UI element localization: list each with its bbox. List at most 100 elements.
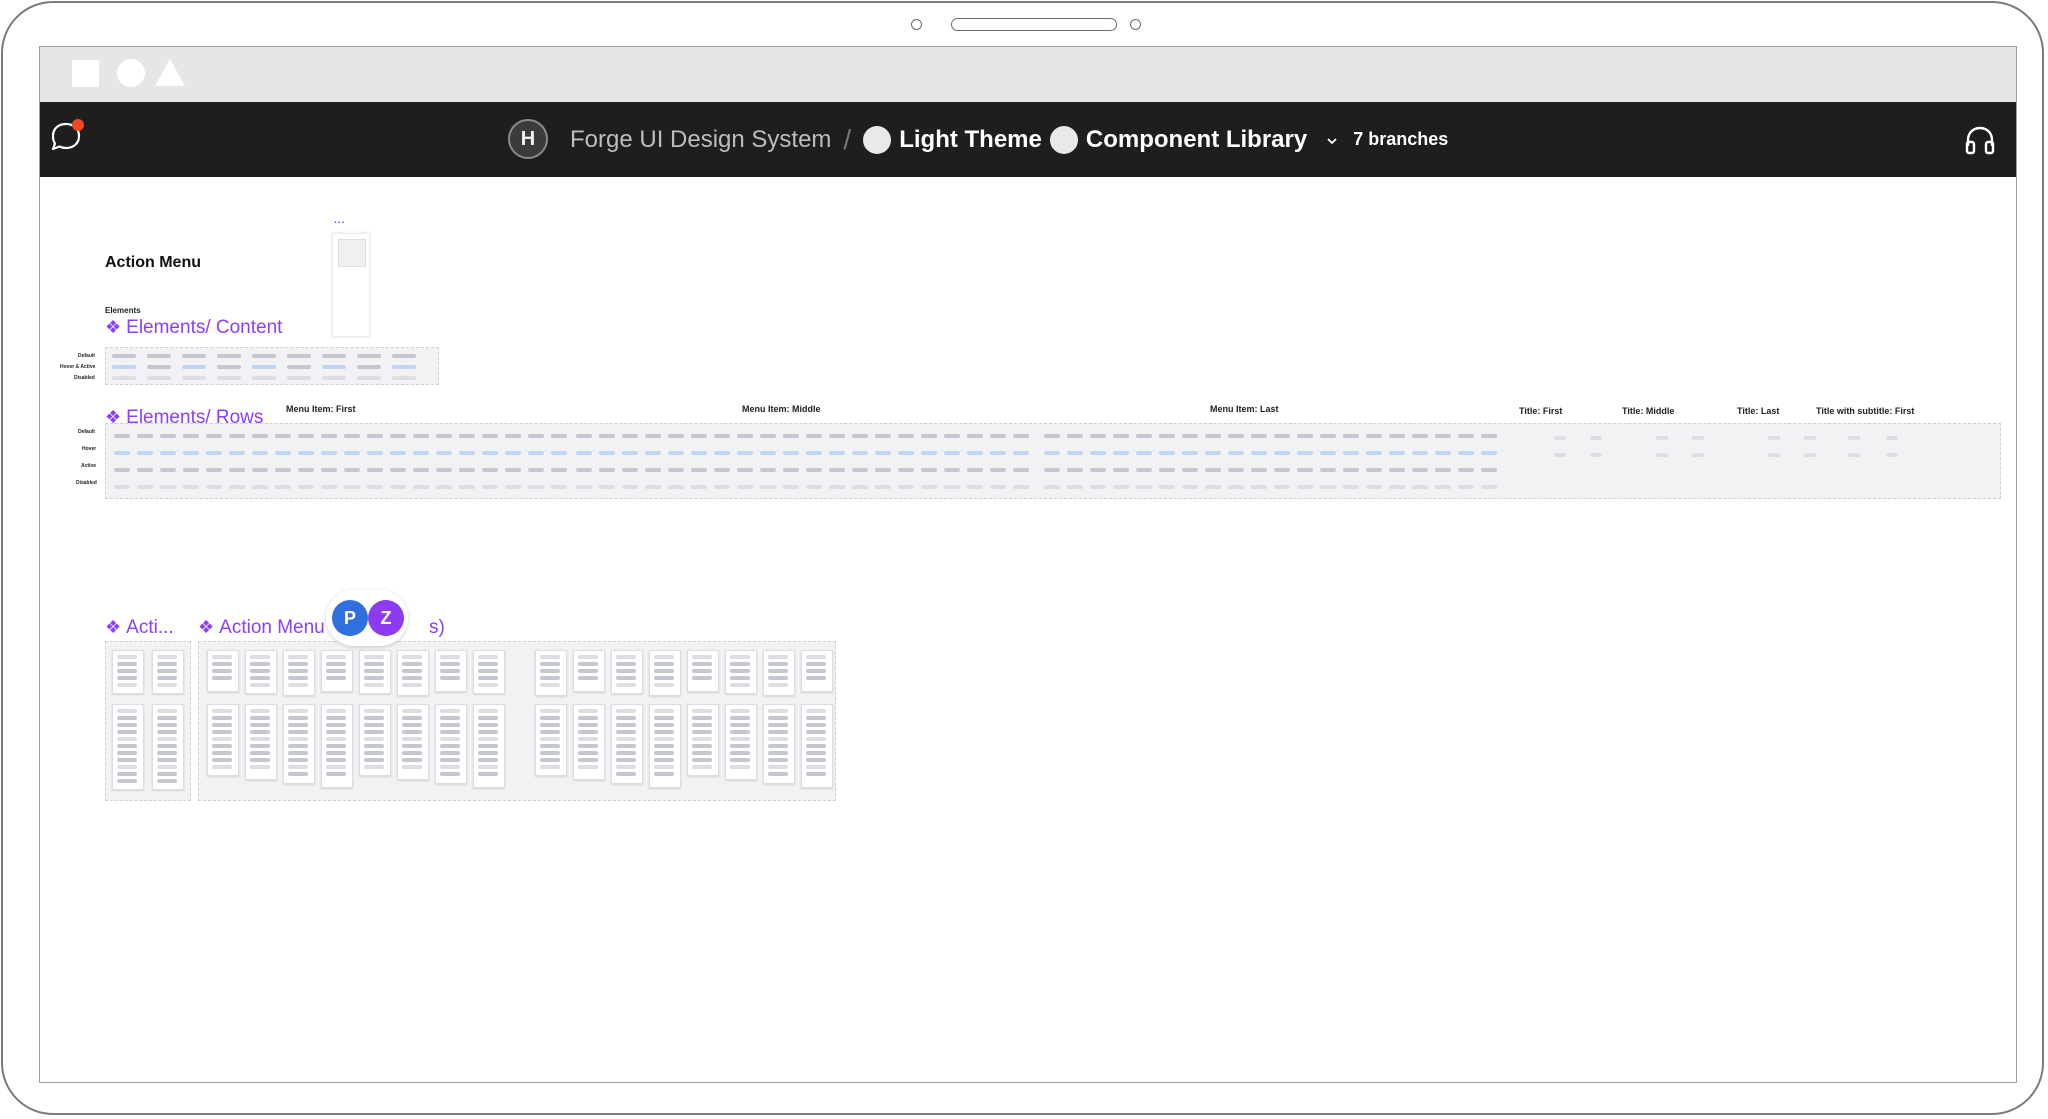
mini-row xyxy=(599,485,615,489)
mini-row xyxy=(298,485,314,489)
mini-row xyxy=(730,662,750,666)
menu-card xyxy=(649,650,681,696)
mini-row xyxy=(852,434,868,438)
mini-row xyxy=(654,751,674,755)
mini-row xyxy=(1159,468,1175,472)
branches-count[interactable]: 7 branches xyxy=(1353,129,1448,150)
mini-row xyxy=(1274,485,1290,489)
mini-row xyxy=(768,669,788,673)
mini-row xyxy=(714,434,730,438)
mini-row xyxy=(275,485,291,489)
headphones-icon[interactable] xyxy=(1962,122,1998,158)
mini-row xyxy=(783,434,799,438)
mini-row xyxy=(459,451,475,455)
mini-row xyxy=(921,434,937,438)
mini-row xyxy=(390,434,406,438)
mini-row xyxy=(806,676,826,680)
mini-row xyxy=(806,434,822,438)
mini-row xyxy=(898,468,914,472)
mini-row xyxy=(691,451,707,455)
mini-row xyxy=(1013,485,1029,489)
section-action-menu[interactable]: ❖ Action Menu xyxy=(198,617,325,639)
frame-title[interactable]: Action Menu xyxy=(105,254,201,272)
mini-row xyxy=(1412,451,1428,455)
project-avatar[interactable]: H xyxy=(508,119,548,159)
mini-row xyxy=(1182,434,1198,438)
mini-row xyxy=(654,662,674,666)
mini-row xyxy=(540,758,560,762)
triangle-icon xyxy=(155,59,185,86)
mini-row xyxy=(321,451,337,455)
mini-row xyxy=(829,485,845,489)
row-group-label: Title: Middle xyxy=(1622,406,1675,416)
mini-row xyxy=(182,354,206,358)
mini-row xyxy=(737,468,753,472)
mini-row xyxy=(1228,434,1244,438)
mini-row xyxy=(392,354,416,358)
mini-row xyxy=(478,709,498,713)
screen: H Forge UI Design System / Light Theme C… xyxy=(39,46,2017,1083)
mini-row xyxy=(730,758,750,762)
section-elements-content[interactable]: ❖ Elements/ Content xyxy=(105,317,282,339)
action-menu-panel-large[interactable] xyxy=(198,641,836,801)
mini-row xyxy=(528,468,544,472)
os-title-bar xyxy=(40,47,2016,102)
mini-row xyxy=(806,451,822,455)
mini-row xyxy=(616,655,636,659)
mini-row xyxy=(1182,451,1198,455)
mini-row xyxy=(645,451,661,455)
mini-row xyxy=(1389,485,1405,489)
mini-row xyxy=(654,723,674,727)
mini-row xyxy=(252,376,276,380)
mini-row xyxy=(402,751,422,755)
content-elements-panel[interactable] xyxy=(105,347,439,385)
menu-card xyxy=(435,704,467,784)
file-name-light-theme[interactable]: Light Theme xyxy=(899,126,1042,154)
mini-row xyxy=(1656,436,1668,440)
menu-card xyxy=(112,704,144,790)
mini-row xyxy=(540,676,560,680)
mini-row xyxy=(622,485,638,489)
design-canvas[interactable]: Action Menu ... Elements ❖ Elements/ Cont… xyxy=(40,177,2016,1082)
mini-row xyxy=(1205,434,1221,438)
mini-row xyxy=(1343,451,1359,455)
mini-row xyxy=(321,468,337,472)
mini-row xyxy=(288,662,308,666)
mini-row xyxy=(1228,451,1244,455)
collaborator-avatar[interactable]: P xyxy=(332,600,368,636)
mini-row xyxy=(730,669,750,673)
section-action-menu-short[interactable]: ❖ Acti... xyxy=(105,617,174,639)
mini-row xyxy=(622,468,638,472)
thumbnail-menu-dots[interactable]: ... xyxy=(334,215,345,226)
state-label: Hover xyxy=(82,446,97,452)
mini-row xyxy=(691,485,707,489)
mini-row xyxy=(287,376,311,380)
mini-row xyxy=(806,485,822,489)
mini-row xyxy=(578,716,598,720)
collaborators: P Z xyxy=(326,590,454,646)
menu-card xyxy=(801,704,833,788)
mini-row xyxy=(768,772,788,776)
mini-row xyxy=(576,468,592,472)
menu-card xyxy=(359,704,391,776)
mini-row xyxy=(1113,434,1129,438)
mini-row xyxy=(275,434,291,438)
mini-row xyxy=(252,354,276,358)
mini-row xyxy=(357,376,381,380)
mini-row xyxy=(730,744,750,748)
mini-row xyxy=(990,434,1006,438)
chevron-down-icon[interactable] xyxy=(1325,134,1339,148)
mini-row xyxy=(1044,434,1060,438)
mini-row xyxy=(212,716,232,720)
mini-row xyxy=(768,716,788,720)
collaborator-avatar[interactable]: Z xyxy=(368,600,404,636)
mini-row xyxy=(137,485,153,489)
mini-row xyxy=(578,737,598,741)
project-name[interactable]: Forge UI Design System xyxy=(570,126,831,154)
mini-row xyxy=(654,655,674,659)
rows-elements-panel[interactable] xyxy=(105,423,2001,499)
action-menu-thumbnail[interactable] xyxy=(332,233,370,337)
action-menu-panel-small[interactable] xyxy=(105,641,191,801)
file-name-component-library[interactable]: Component Library xyxy=(1086,126,1307,154)
mini-row xyxy=(298,468,314,472)
